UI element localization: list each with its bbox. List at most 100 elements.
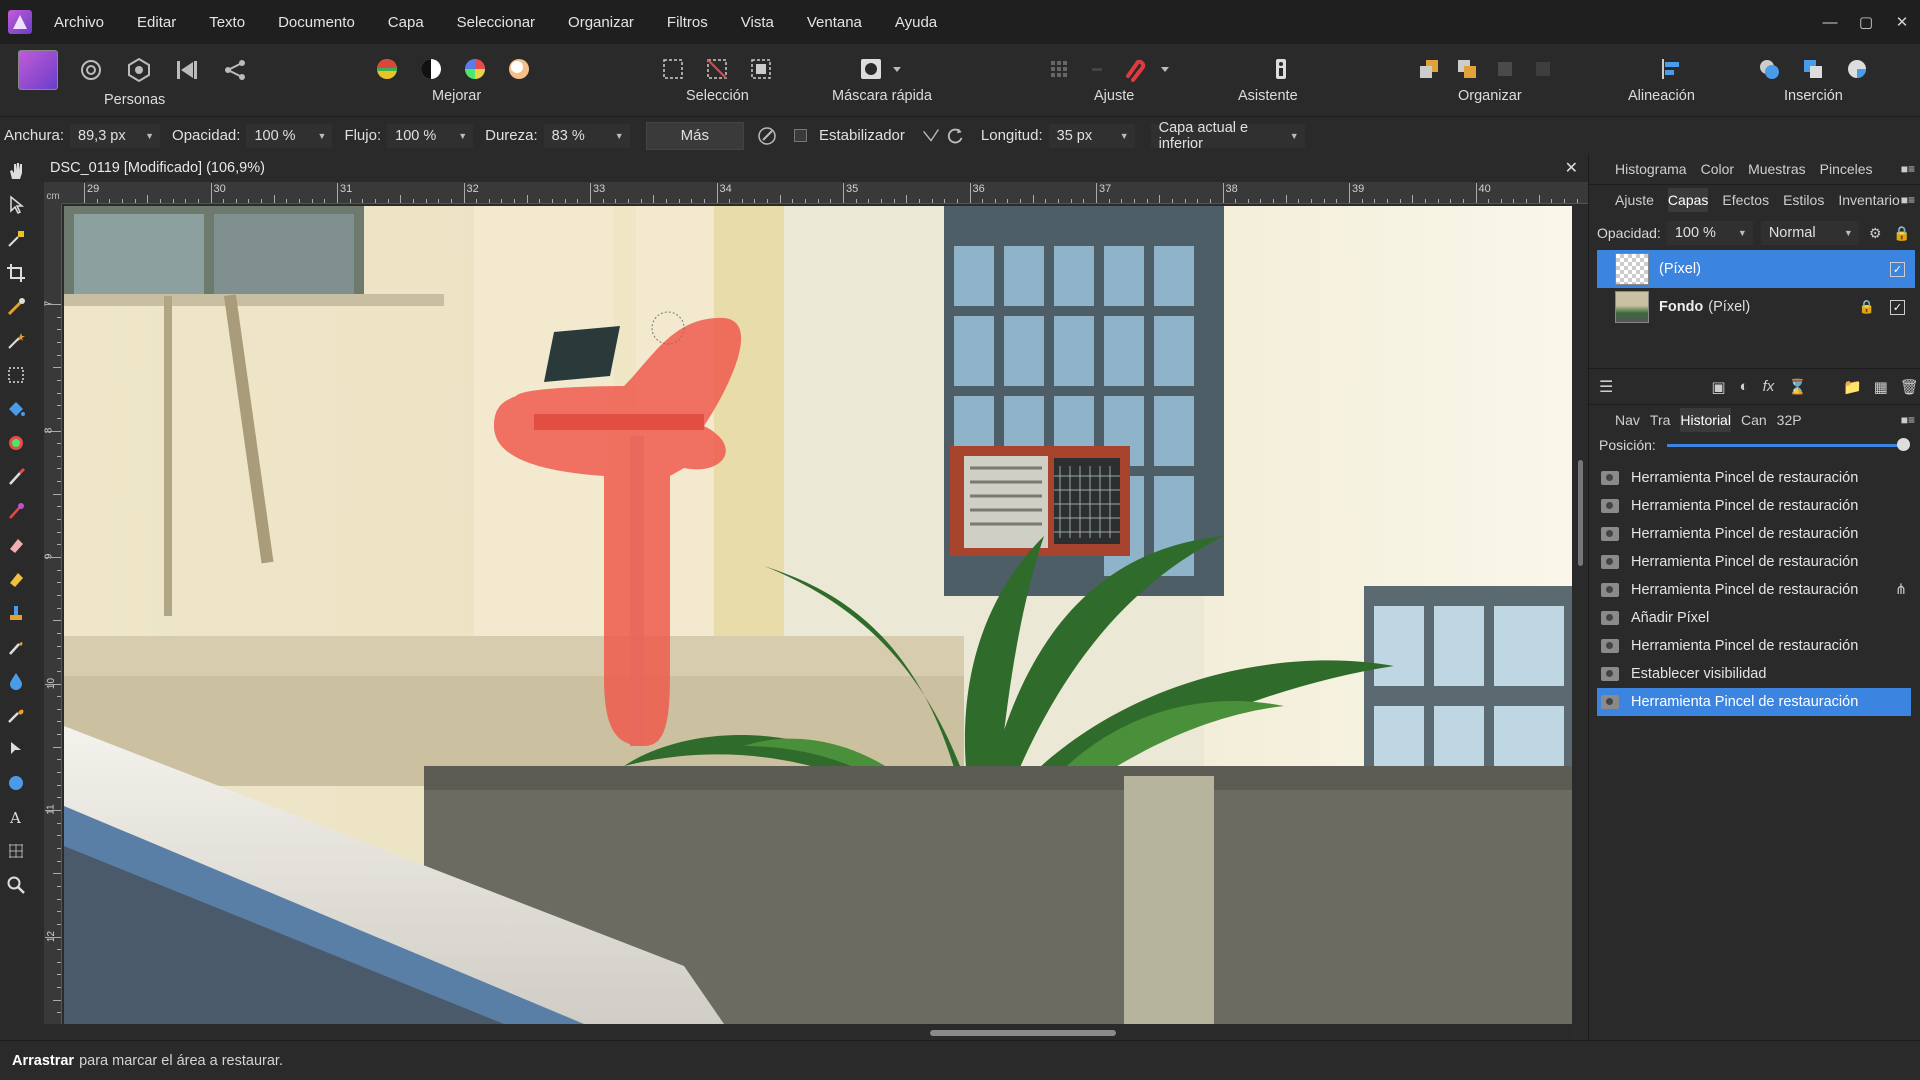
menu-ayuda[interactable]: Ayuda — [895, 14, 937, 31]
lock-icon[interactable]: 🔒 — [1893, 225, 1910, 242]
folder-icon[interactable]: 📁 — [1843, 378, 1862, 396]
tab-tra[interactable]: Tra — [1650, 412, 1670, 428]
photo-persona-icon[interactable] — [18, 50, 58, 90]
length-field[interactable]: 35 px ▼ — [1048, 123, 1135, 148]
flood-fill-icon[interactable] — [0, 392, 32, 426]
liquify-persona-icon[interactable] — [76, 55, 106, 85]
maximize-icon[interactable]: ▢ — [1848, 0, 1884, 44]
history-item[interactable]: Herramienta Pincel de restauración — [1597, 632, 1911, 660]
menu-archivo[interactable]: Archivo — [54, 14, 104, 31]
close-icon[interactable]: ✕ — [1884, 0, 1920, 44]
image-canvas[interactable] — [64, 206, 1572, 1024]
insert-top-icon[interactable] — [1798, 54, 1828, 84]
snapping-grid-icon[interactable] — [1044, 54, 1074, 84]
live-filter-icon[interactable]: ⌛ — [1788, 378, 1807, 396]
stabilizer-checkbox[interactable] — [794, 129, 807, 142]
auto-contrast-icon[interactable] — [416, 54, 446, 84]
blur-brush-icon[interactable] — [0, 664, 32, 698]
snapping-options-icon[interactable] — [1082, 54, 1112, 84]
paint-mixer-icon[interactable] — [0, 426, 32, 460]
source-select[interactable]: Capa actual e inferior ▼ — [1150, 120, 1305, 152]
panel-menu-icon[interactable]: ■≡ — [1901, 162, 1915, 176]
lock-icon[interactable]: 🔒 — [1859, 299, 1875, 315]
menu-capa[interactable]: Capa — [388, 14, 424, 31]
history-item[interactable]: Herramienta Pincel de restauración — [1597, 520, 1911, 548]
trash-icon[interactable]: 🗑 — [1900, 378, 1919, 396]
insert-behind-icon[interactable] — [1754, 54, 1784, 84]
shape-tool-icon[interactable] — [0, 766, 32, 800]
history-item[interactable]: Añadir Píxel — [1597, 604, 1911, 632]
select-all-icon[interactable] — [658, 54, 688, 84]
vertical-scrollbar[interactable] — [1572, 204, 1588, 1024]
marquee-tool-icon[interactable] — [0, 358, 32, 392]
history-item[interactable]: Herramienta Pincel de restauración — [1597, 492, 1911, 520]
node-tool-icon[interactable] — [0, 732, 32, 766]
tab-estilos[interactable]: Estilos — [1783, 192, 1824, 208]
tone-mapping-persona-icon[interactable] — [172, 55, 202, 85]
opacity-field[interactable]: 100 % ▼ — [246, 123, 333, 148]
healing-brush-icon[interactable] — [0, 698, 32, 732]
move-back-one-icon[interactable] — [1452, 54, 1482, 84]
assistant-icon[interactable] — [1266, 54, 1296, 84]
blend-mode-select[interactable]: Normal ▼ — [1760, 221, 1859, 245]
history-item[interactable]: Herramienta Pincel de restauración — [1597, 464, 1911, 492]
menu-vista[interactable]: Vista — [741, 14, 774, 31]
snapping-magnet-icon[interactable] — [1120, 54, 1150, 84]
document-tab[interactable]: DSC_0119 [Modificado] (106,9%) ✕ — [32, 154, 1588, 182]
width-field[interactable]: 89,3 px ▼ — [70, 123, 161, 148]
gear-icon[interactable]: ⚙ — [1869, 225, 1882, 242]
tab-color[interactable]: Color — [1701, 161, 1734, 177]
tab-historial[interactable]: Historial — [1680, 407, 1731, 432]
move-to-back-icon[interactable] — [1414, 54, 1444, 84]
selection-brush-icon[interactable] — [0, 290, 32, 324]
layer-opacity-field[interactable]: 100 % ▼ — [1666, 221, 1753, 245]
vertical-scroll-thumb[interactable] — [1578, 460, 1583, 566]
horizontal-scroll-thumb[interactable] — [930, 1030, 1116, 1036]
fx-icon[interactable]: fx — [1763, 378, 1775, 395]
adjustment-icon[interactable]: ◐ — [1740, 378, 1749, 395]
auto-colors-icon[interactable] — [460, 54, 490, 84]
menu-editar[interactable]: Editar — [137, 14, 176, 31]
develop-persona-icon[interactable] — [124, 55, 154, 85]
branch-icon[interactable]: ⋔ — [1895, 582, 1907, 598]
menu-seleccionar[interactable]: Seleccionar — [457, 14, 535, 31]
auto-white-balance-icon[interactable] — [504, 54, 534, 84]
tab-efectos[interactable]: Efectos — [1722, 192, 1769, 208]
deselect-icon[interactable] — [702, 54, 732, 84]
tab-muestras[interactable]: Muestras — [1748, 161, 1806, 177]
quick-mask-icon[interactable] — [856, 54, 886, 84]
dodge-brush-icon[interactable] — [0, 562, 32, 596]
tab-inventario[interactable]: Inventario — [1838, 192, 1899, 208]
tab-histograma[interactable]: Histograma — [1615, 161, 1687, 177]
move-forward-one-icon[interactable] — [1490, 54, 1520, 84]
panel-menu-icon[interactable]: ■≡ — [1901, 193, 1915, 207]
magic-wand-icon[interactable] — [0, 324, 32, 358]
layer-row-fondo[interactable]: Fondo (Píxel) 🔒 ✓ — [1597, 288, 1915, 326]
horizontal-scrollbar[interactable] — [62, 1024, 1572, 1040]
brush-pressure-icon[interactable] — [752, 121, 782, 151]
tab-nav[interactable]: Nav — [1615, 412, 1640, 428]
tab-pinceles[interactable]: Pinceles — [1820, 161, 1873, 177]
layers-stack-icon[interactable]: ☰ — [1599, 377, 1613, 397]
menu-filtros[interactable]: Filtros — [667, 14, 708, 31]
more-button[interactable]: Más — [645, 121, 744, 150]
add-pixel-layer-icon[interactable]: ▦ — [1874, 378, 1888, 396]
history-item[interactable]: Herramienta Pincel de restauración ⋔ — [1597, 576, 1911, 604]
insert-inside-icon[interactable] — [1842, 54, 1872, 84]
view-tool-icon[interactable] — [0, 154, 32, 188]
layer-row-pixel[interactable]: (Píxel) ✓ — [1597, 250, 1915, 288]
mask-layer-icon[interactable]: ▣ — [1711, 378, 1725, 396]
menu-texto[interactable]: Texto — [209, 14, 245, 31]
position-slider-knob[interactable] — [1897, 438, 1910, 451]
visibility-checkbox[interactable]: ✓ — [1890, 261, 1905, 277]
hardness-field[interactable]: 83 % ▼ — [543, 123, 630, 148]
smudge-brush-icon[interactable] — [0, 630, 32, 664]
quick-mask-dropdown-icon[interactable] — [890, 54, 904, 84]
panel-menu-icon[interactable]: ■≡ — [1901, 413, 1915, 427]
rope-mode-icon[interactable] — [919, 121, 943, 151]
clone-brush-icon[interactable] — [0, 596, 32, 630]
export-persona-icon[interactable] — [220, 55, 250, 85]
menu-documento[interactable]: Documento — [278, 14, 355, 31]
history-item[interactable]: Establecer visibilidad — [1597, 660, 1911, 688]
mesh-warp-icon[interactable] — [0, 834, 32, 868]
